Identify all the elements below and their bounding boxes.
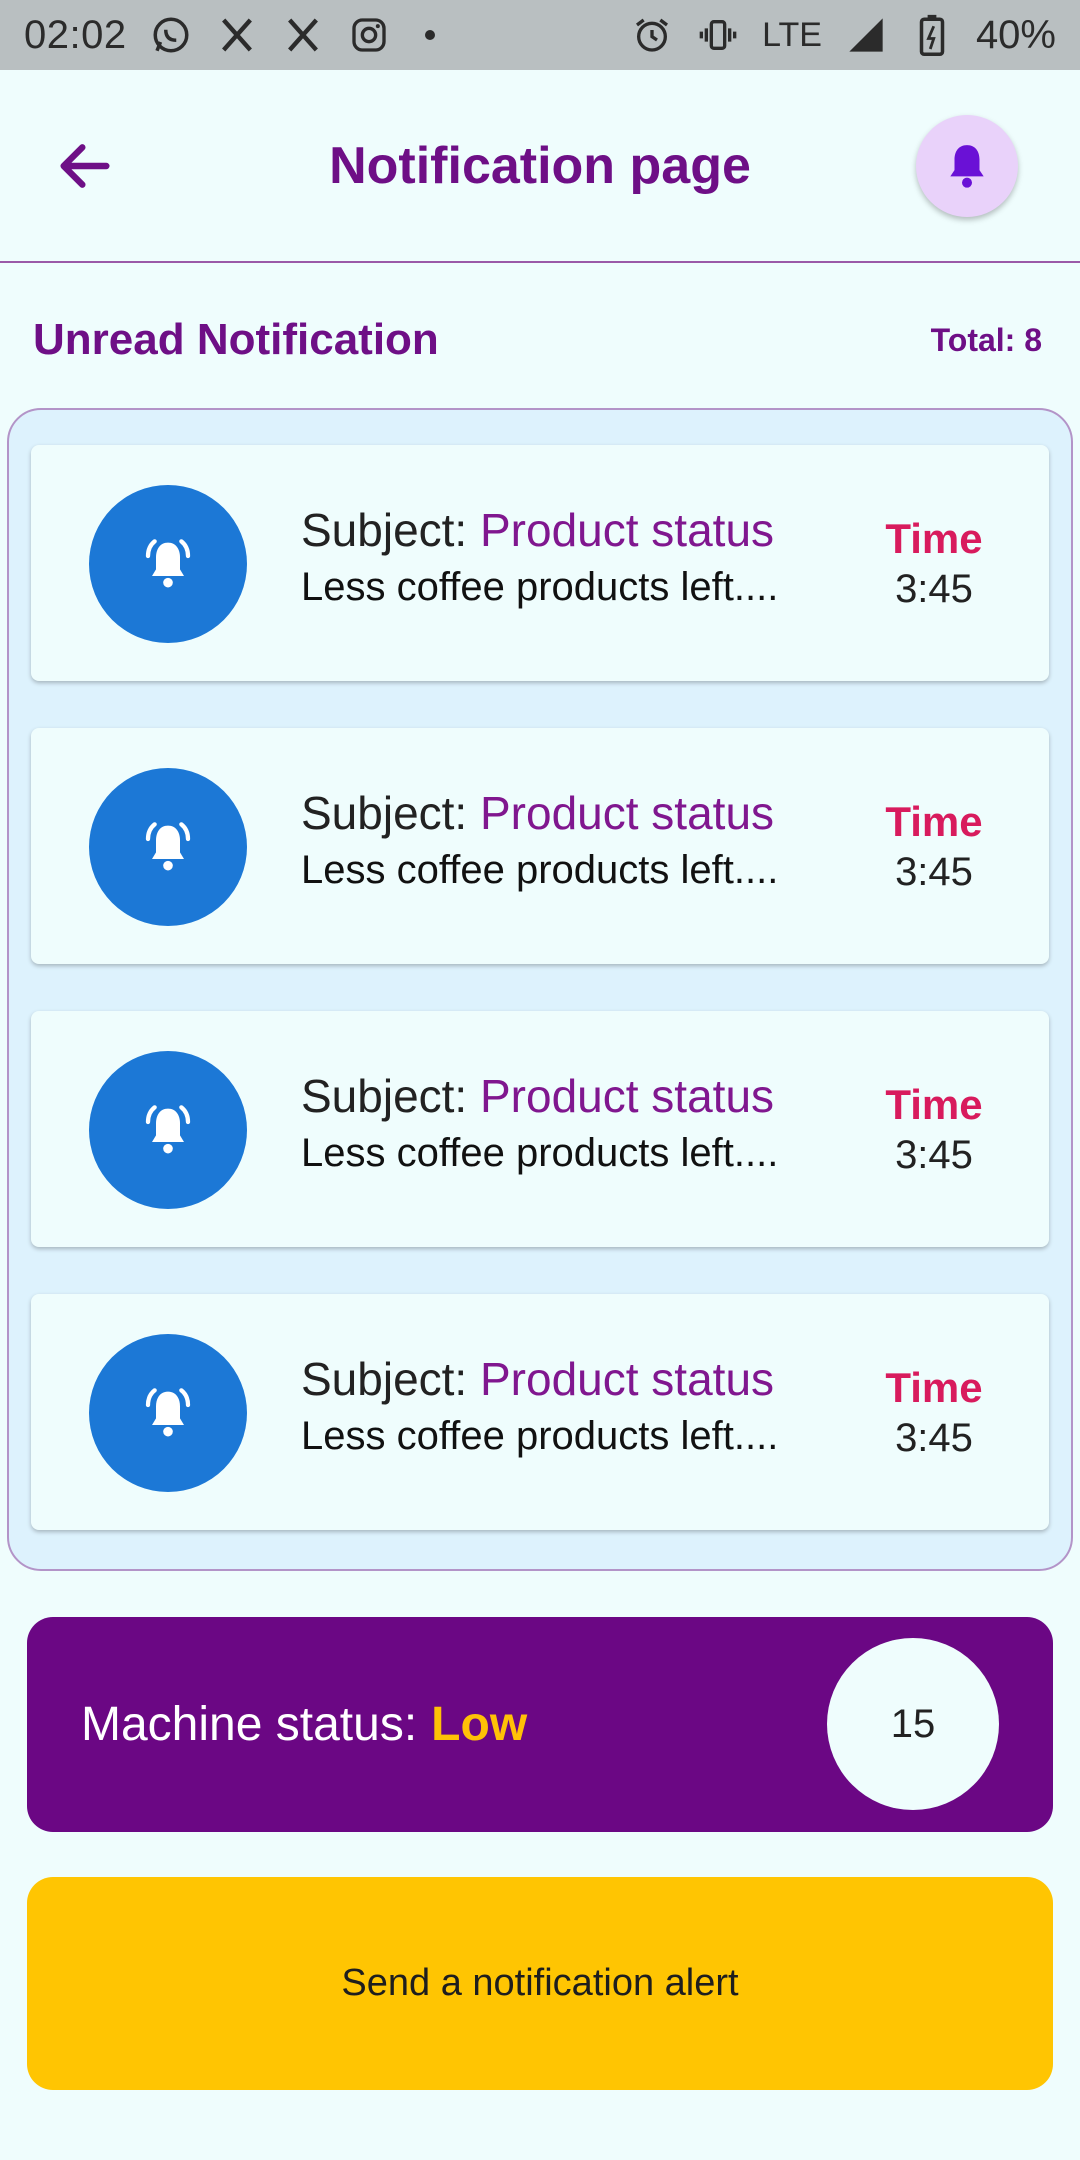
bell-ring-icon <box>145 822 191 871</box>
notification-text: Subject: Product status Less coffee prod… <box>301 786 821 893</box>
alarm-icon <box>630 13 674 57</box>
notification-time: Time 3:45 <box>879 1081 989 1178</box>
time-label: Time <box>885 515 983 562</box>
notification-text: Subject: Product status Less coffee prod… <box>301 1352 821 1459</box>
subject-label: Subject: <box>301 1070 468 1122</box>
time-label: Time <box>885 1081 983 1128</box>
time-label: Time <box>885 798 983 845</box>
vibrate-icon <box>696 13 740 57</box>
dot-icon <box>424 30 435 40</box>
back-button[interactable] <box>50 131 120 201</box>
status-bar: 02:02 LTE 40% <box>0 0 1080 70</box>
status-time: 02:02 <box>24 12 127 57</box>
network-type: LTE <box>762 15 822 54</box>
notification-subject: Subject: Product status <box>301 503 821 557</box>
notification-card[interactable]: Subject: Product status Less coffee prod… <box>31 445 1049 681</box>
notification-subject: Subject: Product status <box>301 1069 821 1123</box>
x-icon <box>215 13 259 57</box>
subject-value: Product status <box>480 1353 775 1405</box>
section-title: Unread Notification <box>33 315 439 364</box>
subject-value: Product status <box>480 504 775 556</box>
notification-subject: Subject: Product status <box>301 786 821 840</box>
subject-label: Subject: <box>301 787 468 839</box>
send-notification-alert-button[interactable]: Send a notification alert <box>27 1877 1053 2090</box>
notification-text: Subject: Product status Less coffee prod… <box>301 1069 821 1176</box>
notification-time: Time 3:45 <box>879 798 989 895</box>
bell-icon <box>950 144 984 188</box>
machine-status-count: 15 <box>827 1638 999 1810</box>
page-title: Notification page <box>329 136 751 195</box>
notification-body: Less coffee products left.... <box>301 848 779 892</box>
battery-percent: 40% <box>975 12 1056 57</box>
total-count: Total: 8 <box>930 321 1042 358</box>
notification-body: Less coffee products left.... <box>301 1414 779 1458</box>
notification-avatar <box>89 768 247 926</box>
notification-subject: Subject: Product status <box>301 1352 821 1406</box>
time-value: 3:45 <box>895 567 973 611</box>
arrow-left-icon <box>60 143 110 188</box>
notification-time: Time 3:45 <box>879 1364 989 1461</box>
bell-ring-icon <box>145 1105 191 1154</box>
battery-icon <box>910 13 954 57</box>
bell-ring-icon <box>145 1388 191 1437</box>
subject-label: Subject: <box>301 1353 468 1405</box>
notification-bell-button[interactable] <box>916 114 1018 217</box>
time-value: 3:45 <box>895 1416 973 1460</box>
notification-avatar <box>89 1051 247 1209</box>
time-value: 3:45 <box>895 850 973 894</box>
notification-avatar <box>89 1334 247 1492</box>
time-label: Time <box>885 1364 983 1411</box>
x-icon <box>281 13 325 57</box>
section-header: Unread Notification Total: 8 <box>33 305 1042 375</box>
whatsapp-icon <box>149 13 193 57</box>
app-header: Notification page <box>0 70 1080 263</box>
time-value: 3:45 <box>895 1133 973 1177</box>
machine-status-label: Machine status: <box>81 1698 418 1751</box>
bell-ring-icon <box>145 539 191 588</box>
instagram-icon <box>347 13 391 57</box>
machine-status-value: Low <box>431 1698 528 1751</box>
notification-card[interactable]: Subject: Product status Less coffee prod… <box>31 728 1049 964</box>
notification-body: Less coffee products left.... <box>301 1131 779 1175</box>
notification-time: Time 3:45 <box>879 515 989 612</box>
subject-value: Product status <box>480 787 775 839</box>
notification-text: Subject: Product status Less coffee prod… <box>301 503 821 610</box>
notification-body: Less coffee products left.... <box>301 565 779 609</box>
signal-icon <box>844 13 888 57</box>
notification-list: Subject: Product status Less coffee prod… <box>7 408 1073 1571</box>
subject-value: Product status <box>480 1070 775 1122</box>
machine-status-panel: Machine status: Low 15 <box>27 1617 1053 1832</box>
notification-card[interactable]: Subject: Product status Less coffee prod… <box>31 1294 1049 1530</box>
notification-avatar <box>89 485 247 643</box>
notification-card[interactable]: Subject: Product status Less coffee prod… <box>31 1011 1049 1247</box>
subject-label: Subject: <box>301 504 468 556</box>
